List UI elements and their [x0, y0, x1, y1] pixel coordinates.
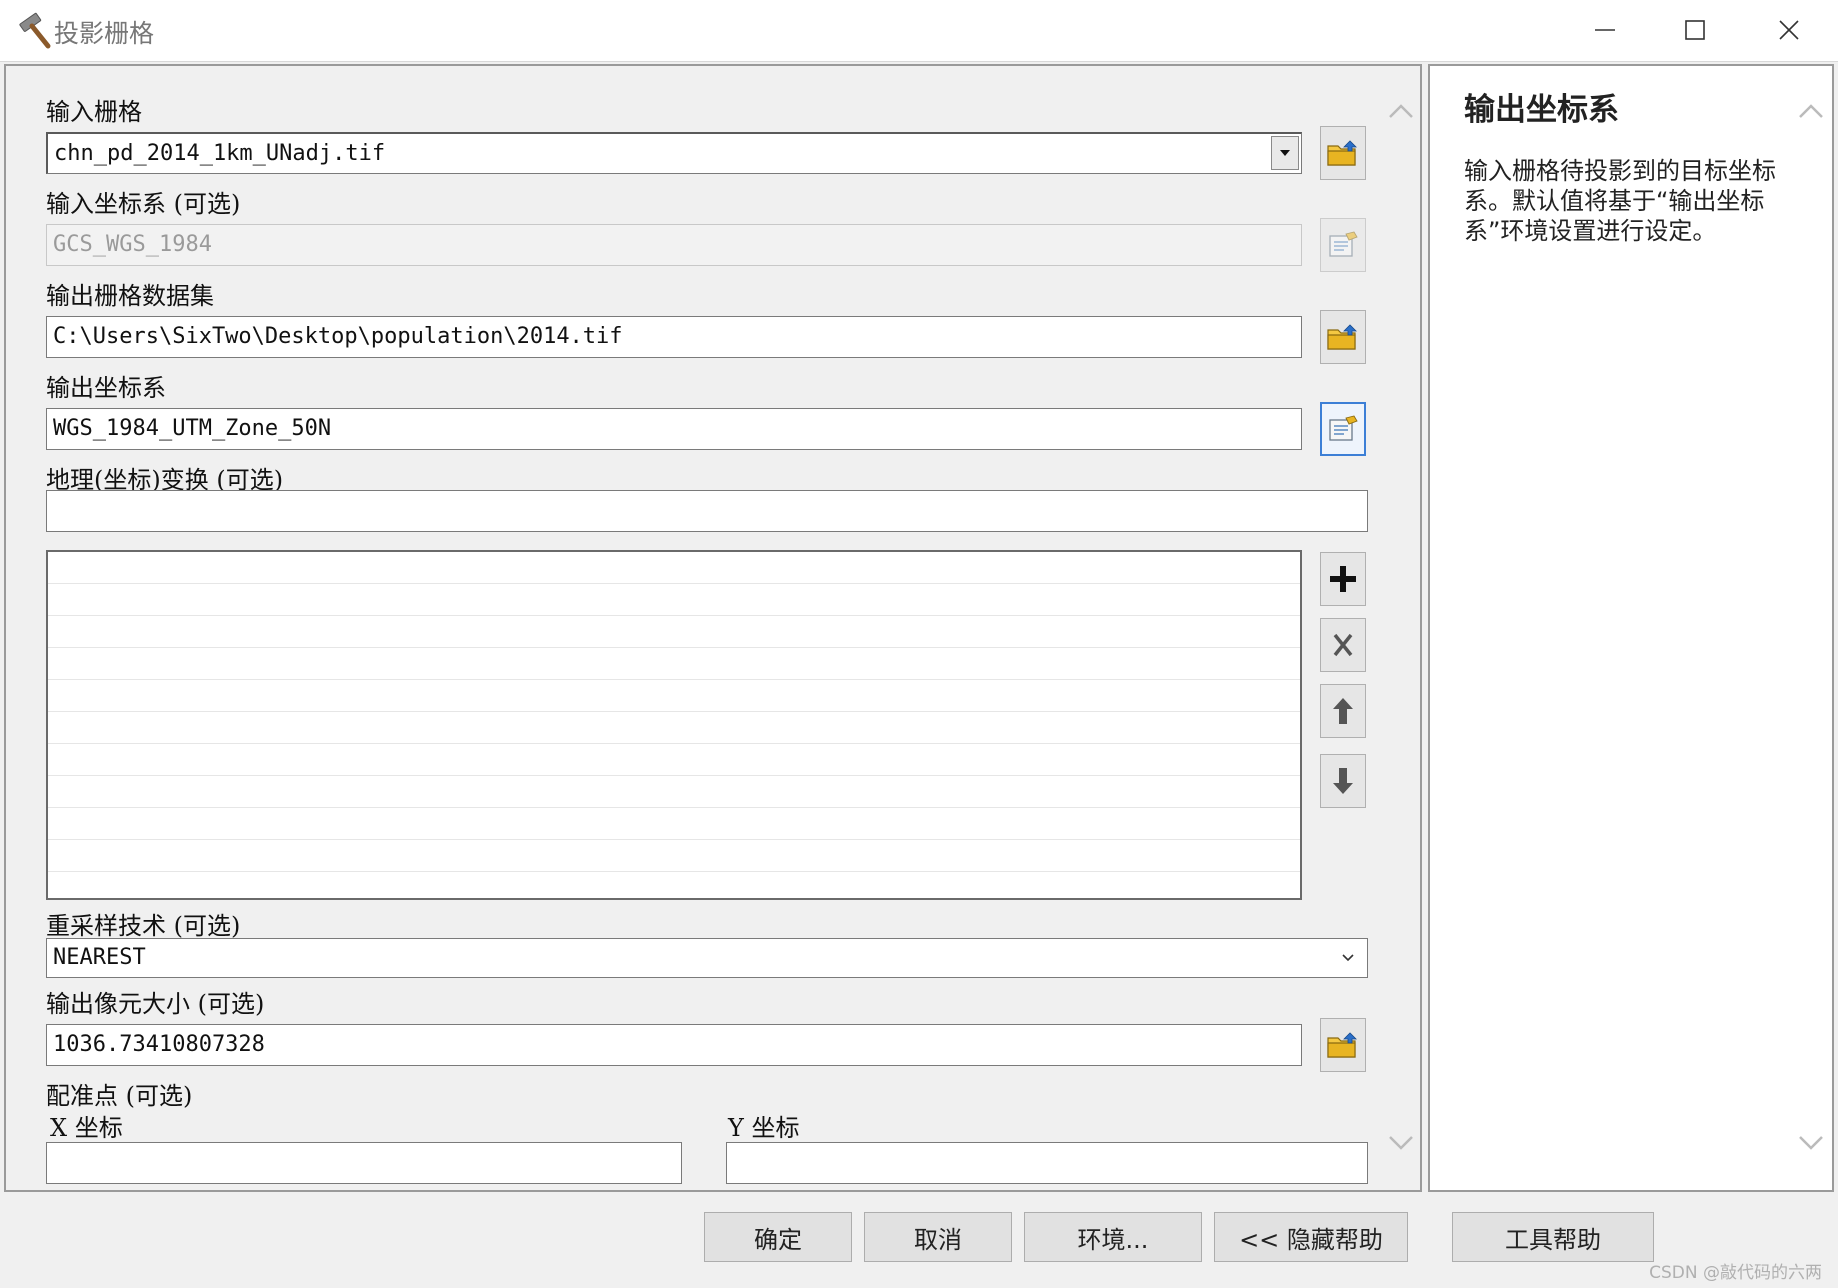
resampling-select[interactable]: NEAREST [46, 938, 1368, 978]
list-item[interactable] [48, 712, 1300, 744]
scroll-up-icon[interactable] [1386, 100, 1416, 122]
minimize-icon [1595, 29, 1615, 31]
geo-transform-combobox[interactable] [46, 490, 1368, 532]
help-title: 输出坐标系 [1464, 92, 1619, 128]
delete-x-icon [1333, 633, 1353, 657]
y-coordinate-field[interactable] [726, 1142, 1368, 1184]
input-crs-label: 输入坐标系 (可选) [46, 190, 241, 218]
ok-button[interactable]: 确定 [704, 1212, 852, 1262]
arrow-down-icon [1333, 768, 1353, 794]
list-item[interactable] [48, 744, 1300, 776]
y-coordinate-label: Y 坐标 [728, 1114, 800, 1142]
hammer-icon [19, 12, 51, 49]
input-raster-label: 输入栅格 [46, 98, 142, 126]
window-title: 投影栅格 [54, 19, 155, 48]
list-item[interactable] [48, 648, 1300, 680]
geo-transform-list[interactable] [46, 550, 1302, 900]
cancel-button[interactable]: 取消 [864, 1212, 1012, 1262]
input-crs-value: GCS_WGS_1984 [53, 232, 212, 257]
input-crs-field: GCS_WGS_1984 [46, 224, 1302, 266]
output-raster-label: 输出栅格数据集 [46, 282, 214, 310]
maximize-icon [1685, 20, 1705, 40]
maximize-button[interactable] [1650, 0, 1740, 60]
arrow-up-icon [1333, 698, 1353, 724]
open-folder-icon [1326, 138, 1360, 168]
input-raster-dropdown-button[interactable] [1271, 136, 1299, 170]
coordinate-system-icon [1326, 230, 1360, 260]
output-crs-field[interactable]: WGS_1984_UTM_Zone_50N [46, 408, 1302, 450]
list-item[interactable] [48, 840, 1300, 872]
hide-help-button[interactable]: << 隐藏帮助 [1214, 1212, 1408, 1262]
browse-output-raster-button[interactable] [1320, 310, 1366, 364]
cell-size-label: 输出像元大小 (可选) [46, 990, 265, 1018]
close-button[interactable] [1744, 0, 1834, 60]
remove-transform-button[interactable] [1320, 618, 1366, 672]
browse-cell-size-button[interactable] [1320, 1018, 1366, 1072]
tool-help-button[interactable]: 工具帮助 [1452, 1212, 1654, 1262]
x-coordinate-field[interactable] [46, 1142, 682, 1184]
resampling-value: NEAREST [53, 945, 146, 970]
list-item[interactable] [48, 680, 1300, 712]
plus-icon [1330, 566, 1356, 592]
caret-down-icon [1280, 150, 1290, 156]
minimize-button[interactable] [1560, 0, 1650, 60]
input-raster-value: chn_pd_2014_1km_UNadj.tif [54, 141, 386, 166]
close-icon [1779, 20, 1799, 40]
list-item[interactable] [48, 584, 1300, 616]
list-item[interactable] [48, 776, 1300, 808]
output-crs-properties-button[interactable] [1320, 402, 1366, 456]
output-raster-value: C:\Users\SixTwo\Desktop\population\2014.… [53, 324, 623, 349]
watermark: CSDN @敲代码的六两 [1649, 1263, 1822, 1283]
move-down-button[interactable] [1320, 754, 1366, 808]
title-bar: 投影栅格 [0, 0, 1838, 62]
cell-size-value: 1036.73410807328 [53, 1032, 265, 1057]
output-crs-label: 输出坐标系 [46, 374, 166, 402]
scroll-up-icon[interactable] [1796, 100, 1826, 122]
browse-input-raster-button[interactable] [1320, 126, 1366, 180]
coordinate-system-icon [1326, 414, 1360, 444]
output-crs-value: WGS_1984_UTM_Zone_50N [53, 416, 332, 441]
resampling-label: 重采样技术 (可选) [46, 912, 241, 940]
add-transform-button[interactable] [1320, 552, 1366, 606]
input-crs-properties-button [1320, 218, 1366, 272]
parameters-panel: 输入栅格 chn_pd_2014_1km_UNadj.tif 输入坐标系 (可选… [4, 64, 1422, 1192]
help-description: 输入栅格待投影到的目标坐标系。默认值将基于“输出坐标系”环境设置进行设定。 [1464, 157, 1776, 245]
open-folder-icon [1326, 1030, 1360, 1060]
move-up-button[interactable] [1320, 684, 1366, 738]
x-coordinate-label: X 坐标 [50, 1114, 123, 1142]
input-raster-combobox[interactable]: chn_pd_2014_1km_UNadj.tif [46, 132, 1302, 174]
chevron-down-icon [1342, 954, 1354, 962]
list-item[interactable] [48, 808, 1300, 840]
list-item[interactable] [48, 552, 1300, 584]
list-item[interactable] [48, 616, 1300, 648]
scroll-down-icon[interactable] [1796, 1132, 1826, 1154]
registration-label: 配准点 (可选) [46, 1082, 193, 1110]
open-folder-icon [1326, 322, 1360, 352]
scroll-down-icon[interactable] [1386, 1132, 1416, 1154]
environments-button[interactable]: 环境... [1024, 1212, 1202, 1262]
output-raster-field[interactable]: C:\Users\SixTwo\Desktop\population\2014.… [46, 316, 1302, 358]
help-panel: 输出坐标系 输入栅格待投影到的目标坐标系。默认值将基于“输出坐标系”环境设置进行… [1428, 64, 1834, 1192]
cell-size-field[interactable]: 1036.73410807328 [46, 1024, 1302, 1066]
